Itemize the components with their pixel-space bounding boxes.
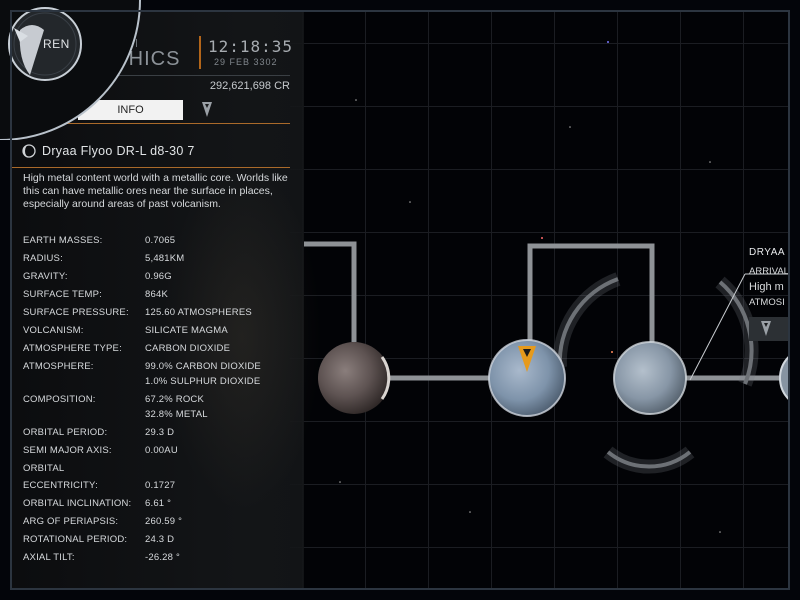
callout-line <box>689 273 746 381</box>
planet-brown <box>318 342 391 414</box>
property-value-line: 1.0% SULPHUR DIOXIDE <box>145 376 261 387</box>
property-label: RADIUS: <box>23 253 63 264</box>
system-map[interactable] <box>290 12 788 588</box>
property-label: ECCENTRICITY: <box>23 480 98 491</box>
map-tag-line3: ATMOSI <box>749 297 785 308</box>
map-tag-line1: ARRIVAL <box>749 266 789 277</box>
map-tag-line2: High m <box>749 281 784 293</box>
property-value <box>145 463 295 478</box>
property-label: ORBITAL PERIOD: <box>23 427 108 438</box>
property-value-line: 864K <box>145 289 168 300</box>
game-date: 29 FEB 3302 <box>214 57 278 67</box>
property-value-line: CARBON DIOXIDE <box>145 343 231 354</box>
map-tag-navigate-button[interactable] <box>749 317 790 341</box>
moon-third-partial <box>779 356 788 400</box>
tab-info[interactable]: INFO <box>78 100 183 120</box>
moon-second <box>613 341 687 415</box>
tab-navigation[interactable] <box>187 100 227 120</box>
panel-tabs: INFO <box>12 100 290 124</box>
map-marker-icon <box>761 321 771 336</box>
property-value-line: 24.3 D <box>145 534 175 545</box>
property-value: CARBON DIOXIDE <box>145 343 295 358</box>
map-tag-title: DRYAA <box>749 247 786 258</box>
property-label: ARG OF PERIAPSIS: <box>23 516 119 527</box>
property-value-line: 99.0% CARBON DIOXIDE <box>145 361 261 372</box>
property-label: AXIAL TILT: <box>23 552 75 563</box>
property-value: 0.96G <box>145 271 295 286</box>
header-divider <box>199 36 201 69</box>
property-label: GRAVITY: <box>23 271 68 282</box>
game-screen: rsal APHICS 12:18:35 29 FEB 3302 292,621… <box>0 0 800 600</box>
property-value-line: 32.8% METAL <box>145 409 208 420</box>
property-value-line: 125.60 ATMOSPHERES <box>145 307 252 318</box>
property-label: EARTH MASSES: <box>23 235 103 246</box>
header-rule <box>90 75 290 76</box>
property-value-line: SILICATE MAGMA <box>145 325 228 336</box>
body-name: Dryaa Flyoo DR-L d8-30 7 <box>42 144 195 158</box>
property-value-line: -26.28 ° <box>145 552 180 563</box>
property-value-line: 29.3 D <box>145 427 175 438</box>
credits-balance: 292,621,698 CR <box>209 80 290 92</box>
property-value: 24.3 D <box>145 534 295 549</box>
property-value: 67.2% ROCK 32.8% METAL <box>145 394 295 424</box>
property-value: 29.3 D <box>145 427 295 442</box>
property-value: SILICATE MAGMA <box>145 325 295 340</box>
property-value: 0.7065 <box>145 235 295 250</box>
property-value: 125.60 ATMOSPHERES <box>145 307 295 322</box>
system-map-graphics <box>304 41 788 533</box>
property-label: SURFACE PRESSURE: <box>23 307 129 318</box>
property-label: VOLCANISM: <box>23 325 84 336</box>
property-value-line: 67.2% ROCK <box>145 394 205 405</box>
property-value-line: 0.7065 <box>145 235 176 246</box>
game-clock: 12:18:35 <box>208 37 294 56</box>
property-value-line: 6.61 ° <box>145 498 172 509</box>
planet-icon <box>22 144 36 158</box>
property-label: ATMOSPHERE: <box>23 361 94 372</box>
property-label: ORBITAL <box>23 463 65 474</box>
tab-underline <box>12 123 290 124</box>
badge-label: REN <box>43 37 70 51</box>
property-value: 260.59 ° <box>145 516 295 531</box>
property-value: -26.28 ° <box>145 552 295 567</box>
property-value: 5,481KM <box>145 253 295 268</box>
property-label: SURFACE TEMP: <box>23 289 102 300</box>
property-label: ORBITAL INCLINATION: <box>23 498 132 509</box>
property-value: 864K <box>145 289 295 304</box>
property-value: 6.61 ° <box>145 498 295 513</box>
property-value: 0.1727 <box>145 480 295 495</box>
brand-bottom: APHICS <box>100 48 181 70</box>
property-label: SEMI MAJOR AXIS: <box>23 445 112 456</box>
property-value-line: 0.00AU <box>145 445 178 456</box>
property-value: 99.0% CARBON DIOXIDE 1.0% SULPHUR DIOXIDE <box>145 361 295 391</box>
property-value-line: 0.1727 <box>145 480 176 491</box>
map-marker-icon <box>202 102 212 117</box>
property-value-line: 5,481KM <box>145 253 185 264</box>
property-label: COMPOSITION: <box>23 394 96 405</box>
body-title-row: Dryaa Flyoo DR-L d8-30 7 <box>22 144 195 158</box>
property-value-line <box>145 463 295 478</box>
property-value: 0.00AU <box>145 445 295 460</box>
property-label: ROTATIONAL PERIOD: <box>23 534 128 545</box>
property-value-line: 0.96G <box>145 271 172 282</box>
body-description: High metal content world with a metallic… <box>23 172 288 210</box>
property-label: ATMOSPHERE TYPE: <box>23 343 122 354</box>
title-rule <box>12 167 290 168</box>
property-value-line: 260.59 ° <box>145 516 183 527</box>
